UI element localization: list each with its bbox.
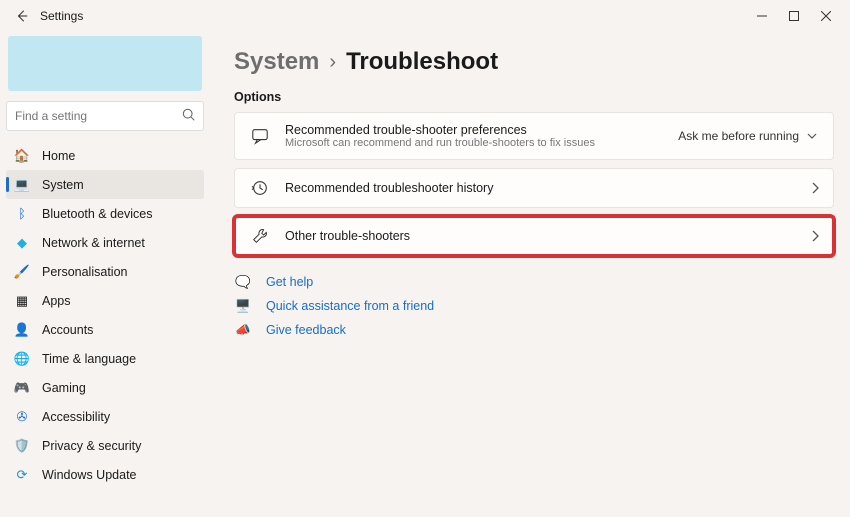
- nav-accounts[interactable]: 👤 Accounts: [6, 315, 204, 344]
- titlebar: Settings: [0, 0, 850, 32]
- nav-personalisation[interactable]: 🖌️ Personalisation: [6, 257, 204, 286]
- breadcrumb-parent[interactable]: System: [234, 48, 319, 76]
- chevron-right-icon: [811, 230, 819, 242]
- card-title: Other trouble-shooters: [285, 229, 797, 243]
- chevron-down-icon: [807, 131, 817, 141]
- link-get-help[interactable]: 🗨️ Get help: [234, 270, 834, 294]
- breadcrumb-separator: ›: [329, 51, 336, 74]
- paint-icon: 🖌️: [14, 264, 30, 280]
- assist-icon: 🖥️: [234, 299, 252, 314]
- page-title: Troubleshoot: [346, 48, 498, 76]
- card-title: Recommended troubleshooter history: [285, 181, 797, 195]
- message-icon: [249, 127, 271, 145]
- nav-label: Privacy & security: [42, 439, 141, 453]
- chevron-right-icon: [811, 182, 819, 194]
- minimize-button[interactable]: [746, 0, 778, 32]
- card-history[interactable]: Recommended troubleshooter history: [234, 168, 834, 208]
- update-icon: ⟳: [14, 467, 30, 483]
- time-icon: 🌐: [14, 351, 30, 367]
- nav-label: Bluetooth & devices: [42, 207, 153, 221]
- window-title: Settings: [40, 9, 83, 23]
- link-quick-assist[interactable]: 🖥️ Quick assistance from a friend: [234, 294, 834, 318]
- nav-label: Windows Update: [42, 468, 137, 482]
- history-icon: [249, 179, 271, 197]
- maximize-icon: [789, 11, 799, 21]
- section-options-label: Options: [234, 90, 834, 104]
- wrench-icon: [249, 227, 271, 245]
- back-button[interactable]: [8, 9, 36, 23]
- nav-privacy[interactable]: 🛡️ Privacy & security: [6, 431, 204, 460]
- nav-label: Accessibility: [42, 410, 110, 424]
- card-title: Recommended trouble-shooter preferences: [285, 123, 662, 137]
- link-feedback[interactable]: 📣 Give feedback: [234, 318, 834, 342]
- sidebar: 🏠 Home 💻 System ᛒ Bluetooth & devices ◆ Netw…: [0, 32, 210, 517]
- card-other-troubleshooters[interactable]: Other trouble-shooters: [234, 216, 834, 256]
- nav-label: Personalisation: [42, 265, 127, 279]
- nav-update[interactable]: ⟳ Windows Update: [6, 460, 204, 489]
- card-preferences[interactable]: Recommended trouble-shooter preferences …: [234, 112, 834, 160]
- nav-gaming[interactable]: 🎮 Gaming: [6, 373, 204, 402]
- nav-list: 🏠 Home 💻 System ᛒ Bluetooth & devices ◆ Netw…: [6, 141, 204, 489]
- home-icon: 🏠: [14, 148, 30, 164]
- nav-label: System: [42, 178, 84, 192]
- help-icon: 🗨️: [234, 275, 252, 290]
- gaming-icon: 🎮: [14, 380, 30, 396]
- back-arrow-icon: [15, 9, 29, 23]
- preferences-dropdown[interactable]: Ask me before running: [676, 127, 819, 145]
- main-content: System › Troubleshoot Options Recommende…: [210, 32, 850, 517]
- close-button[interactable]: [810, 0, 842, 32]
- breadcrumb: System › Troubleshoot: [234, 48, 834, 76]
- system-icon: 💻: [14, 177, 30, 193]
- wifi-icon: ◆: [14, 235, 30, 251]
- shield-icon: 🛡️: [14, 438, 30, 454]
- nav-label: Network & internet: [42, 236, 145, 250]
- nav-label: Time & language: [42, 352, 136, 366]
- accessibility-icon: ✇: [14, 409, 30, 425]
- nav-label: Accounts: [42, 323, 93, 337]
- nav-system[interactable]: 💻 System: [6, 170, 204, 199]
- close-icon: [821, 11, 831, 21]
- link-label: Quick assistance from a friend: [266, 299, 434, 313]
- search-icon: [182, 108, 196, 122]
- nav-network[interactable]: ◆ Network & internet: [6, 228, 204, 257]
- nav-label: Apps: [42, 294, 71, 308]
- nav-time[interactable]: 🌐 Time & language: [6, 344, 204, 373]
- link-label: Give feedback: [266, 323, 346, 337]
- minimize-icon: [757, 11, 767, 21]
- dropdown-value: Ask me before running: [678, 129, 799, 143]
- bluetooth-icon: ᛒ: [14, 206, 30, 222]
- nav-home[interactable]: 🏠 Home: [6, 141, 204, 170]
- user-profile-box[interactable]: [8, 36, 202, 91]
- feedback-icon: 📣: [234, 323, 252, 338]
- nav-bluetooth[interactable]: ᛒ Bluetooth & devices: [6, 199, 204, 228]
- nav-accessibility[interactable]: ✇ Accessibility: [6, 402, 204, 431]
- link-label: Get help: [266, 275, 313, 289]
- nav-label: Home: [42, 149, 75, 163]
- search-container: [6, 101, 204, 131]
- accounts-icon: 👤: [14, 322, 30, 338]
- apps-icon: ▦: [14, 293, 30, 309]
- help-links: 🗨️ Get help 🖥️ Quick assistance from a fri…: [234, 270, 834, 342]
- maximize-button[interactable]: [778, 0, 810, 32]
- card-desc: Microsoft can recommend and run trouble-…: [285, 137, 662, 149]
- nav-apps[interactable]: ▦ Apps: [6, 286, 204, 315]
- search-input[interactable]: [6, 101, 204, 131]
- nav-label: Gaming: [42, 381, 86, 395]
